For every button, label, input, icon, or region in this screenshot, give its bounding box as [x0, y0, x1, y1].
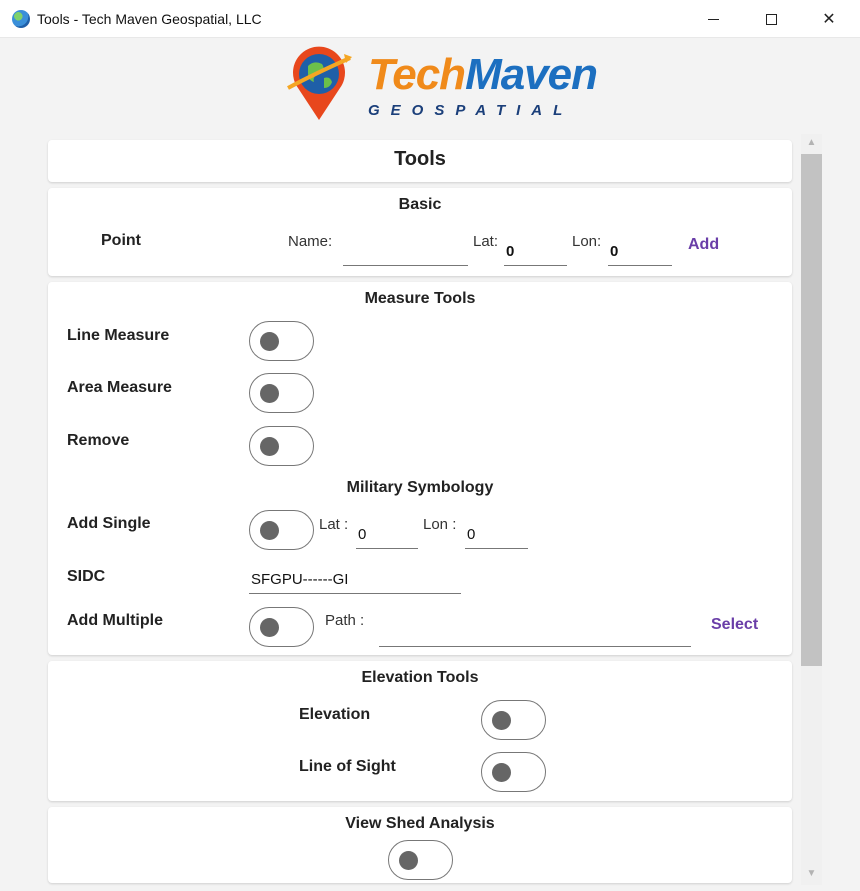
- path-label: Path :: [325, 612, 365, 629]
- toggle-knob: [492, 711, 511, 730]
- page-title: Tools: [394, 148, 446, 170]
- military-symbology-heading: Military Symbology: [346, 479, 494, 496]
- globe-icon: [12, 10, 30, 28]
- sidc-input[interactable]: [249, 566, 461, 594]
- measure-tools-heading: Measure Tools: [364, 290, 476, 307]
- add-point-button[interactable]: Add: [688, 236, 719, 254]
- measure-tools-card: Measure Tools Line Measure Area Measure …: [48, 282, 792, 655]
- elevation-toggle[interactable]: [481, 700, 546, 740]
- add-single-label: Add Single: [67, 515, 151, 532]
- area-measure-label: Area Measure: [67, 379, 172, 396]
- close-icon: ✕: [822, 11, 836, 28]
- close-button[interactable]: ✕: [800, 0, 858, 38]
- toggle-knob: [492, 763, 511, 782]
- area-measure-toggle[interactable]: [249, 373, 314, 413]
- lon-label: Lon:: [572, 233, 602, 250]
- window-title: Tools - Tech Maven Geospatial, LLC: [37, 11, 262, 27]
- elevation-tools-heading: Elevation Tools: [361, 669, 479, 686]
- basic-card: Basic Point Name: Lat: Lon: Add: [48, 188, 792, 276]
- toggle-knob: [260, 618, 279, 637]
- point-label: Point: [101, 232, 141, 249]
- minimize-icon: [707, 18, 719, 20]
- map-pin-globe-icon: [287, 46, 352, 121]
- line-measure-toggle[interactable]: [249, 321, 314, 361]
- toggle-knob: [399, 851, 418, 870]
- basic-heading: Basic: [398, 196, 442, 213]
- add-multiple-toggle[interactable]: [249, 607, 314, 647]
- scrollbar-thumb[interactable]: [801, 154, 822, 666]
- maximize-button[interactable]: [742, 0, 800, 38]
- point-lon-input[interactable]: [608, 238, 672, 266]
- point-name-input[interactable]: [343, 238, 468, 266]
- minimize-button[interactable]: [684, 0, 742, 38]
- toggle-knob: [260, 437, 279, 456]
- toggle-knob: [260, 384, 279, 403]
- line-of-sight-label: Line of Sight: [299, 758, 396, 775]
- viewshed-toggle[interactable]: [388, 840, 453, 880]
- sidc-label: SIDC: [67, 568, 106, 585]
- symbol-lat-label: Lat :: [319, 516, 349, 533]
- toggle-knob: [260, 521, 279, 540]
- maximize-icon: [765, 13, 777, 25]
- viewshed-heading: View Shed Analysis: [345, 815, 495, 832]
- logo-subtitle: GEOSPATIAL: [368, 102, 574, 119]
- lat-label: Lat:: [473, 233, 499, 250]
- toggle-knob: [260, 332, 279, 351]
- point-lat-input[interactable]: [504, 238, 567, 266]
- select-path-button[interactable]: Select: [711, 616, 758, 634]
- remove-label: Remove: [67, 432, 130, 449]
- remove-toggle[interactable]: [249, 426, 314, 466]
- tools-header-card: Tools: [48, 140, 792, 182]
- symbol-lon-input[interactable]: [465, 520, 528, 549]
- line-measure-label: Line Measure: [67, 327, 170, 344]
- elevation-tools-card: Elevation Tools Elevation Line of Sight: [48, 661, 792, 801]
- symbol-lat-input[interactable]: [356, 520, 418, 549]
- company-logo: TechMaven GEOSPATIAL: [282, 44, 598, 124]
- add-single-toggle[interactable]: [249, 510, 314, 550]
- symbol-lon-label: Lon :: [423, 516, 457, 533]
- viewshed-card: View Shed Analysis: [48, 807, 792, 883]
- path-input[interactable]: [379, 616, 691, 647]
- title-bar: Tools - Tech Maven Geospatial, LLC ✕: [0, 0, 860, 38]
- line-of-sight-toggle[interactable]: [481, 752, 546, 792]
- logo-title: TechMaven: [368, 50, 598, 99]
- arrow-up-icon[interactable]: ▲: [801, 134, 822, 152]
- vertical-scrollbar[interactable]: ▲ ▼: [801, 134, 822, 885]
- elevation-label: Elevation: [299, 706, 371, 723]
- arrow-down-icon[interactable]: ▼: [801, 865, 822, 883]
- add-multiple-label: Add Multiple: [67, 612, 163, 629]
- name-label: Name:: [288, 233, 333, 250]
